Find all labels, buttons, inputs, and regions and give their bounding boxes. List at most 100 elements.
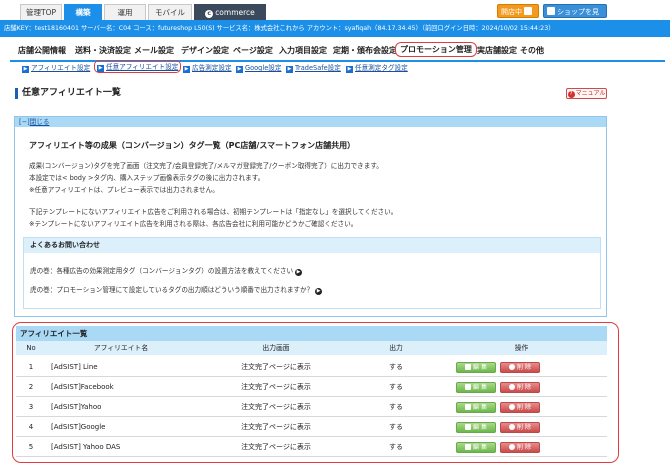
faq-item[interactable]: 虎の巻：プロモーション管理にて設定しているタグの出力順はどういう順番で出力されま…	[30, 284, 323, 295]
main-nav: 店舗公開情報 送料・決済設定 メール設定 デザイン設定 ページ設定 入力項目設定…	[0, 40, 670, 62]
info-panel: [−]閉じる アフィリエイト等の成果（コンバージョン）タグ一覧（PC店舗/スマー…	[14, 116, 607, 317]
subnav-tradesafe[interactable]: ▶ TradeSafe設定	[286, 62, 341, 73]
page-title: 任意アフィリエイト一覧	[15, 88, 121, 99]
arrow-right-icon: ▶	[286, 66, 293, 73]
edit-button[interactable]: 編 集	[456, 362, 496, 373]
row-output: する	[389, 363, 403, 371]
manual-button[interactable]: ? マニュアル	[566, 88, 607, 99]
delete-icon	[509, 423, 516, 430]
nav-shop-info[interactable]: 店舗公開情報	[18, 45, 66, 56]
view-shop-button[interactable]: ショップを見る	[543, 4, 607, 30]
tab-admin-top[interactable]: 管理TOP	[20, 4, 62, 20]
shop-open-button[interactable]: 開店中	[497, 4, 539, 18]
arrow-right-icon: ▶	[97, 65, 104, 72]
faq-item[interactable]: 虎の巻：各種広告の効果測定用タグ（コンバージョンタグ）の設置方法を教えてください…	[30, 265, 303, 276]
nav-mail[interactable]: メール設定	[134, 45, 174, 56]
delete-label: 削 除	[517, 364, 531, 371]
table-row: 3 [AdSIST]Yahoo 注文完了ページに表示 する 編 集 削 除	[16, 397, 607, 417]
top-bar: 管理TOP 構築 運用 モバイル ccommerce creator 開店中 シ…	[0, 0, 670, 32]
table-row: 5 [AdSIST] Yahoo DAS 注文完了ページに表示 する 編 集 削…	[16, 437, 607, 457]
delete-button[interactable]: 削 除	[500, 442, 540, 453]
subnav-google[interactable]: ▶ Google設定	[236, 62, 281, 73]
faq-item-label: 虎の巻：プロモーション管理にて設定しているタグの出力順はどういう順番で出力されま…	[30, 286, 314, 294]
tab-mobile[interactable]: モバイル	[148, 4, 192, 20]
subnav-custom-affiliate[interactable]: ▶ 任意アフィリエイト設定	[94, 60, 182, 73]
nav-input-fields[interactable]: 入力項目設定	[279, 45, 327, 56]
subnav-affiliate[interactable]: ▶ アフィリエイト設定	[22, 62, 90, 73]
subnav-tradesafe-label: TradeSafe設定	[295, 64, 341, 72]
commerce-creator-icon: c	[205, 10, 214, 18]
info-line: ※テンプレートにないアフィリエイト広告を利用される際は、各広告会社に利用可能かど…	[29, 220, 358, 228]
faq-title: よくあるお問い合わせ	[24, 238, 600, 253]
col-output: 出力	[389, 344, 403, 352]
nav-physical-store[interactable]: 実店舗設定	[477, 45, 517, 56]
info-line: 成果(コンバージョン)タグを完了画面（注文完了/会員登録完了/メルマガ登録完了/…	[29, 162, 383, 170]
nav-shipping-payment[interactable]: 送料・決済設定	[75, 45, 131, 56]
arrow-circle-icon: ▶	[295, 269, 303, 276]
info-title: アフィリエイト等の成果（コンバージョン）タグ一覧（PC店舗/スマートフォン店舗共…	[29, 141, 356, 150]
nav-page[interactable]: ページ設定	[233, 45, 273, 56]
table-row: 4 [AdSIST]Google 注文完了ページに表示 する 編 集 削 除	[16, 417, 607, 437]
delete-icon	[509, 383, 516, 390]
row-name: [AdSIST] Yahoo DAS	[51, 443, 121, 451]
delete-button[interactable]: 削 除	[500, 362, 540, 373]
row-no: 4	[28, 423, 34, 431]
row-name: [AdSIST] Line	[51, 363, 98, 371]
subnav-ad-measure[interactable]: ▶ 広告測定設定	[183, 62, 232, 73]
subnav-ad-measure-label: 広告測定設定	[192, 64, 232, 72]
col-actions: 操作	[514, 344, 529, 352]
edit-icon	[465, 443, 472, 450]
edit-label: 編 集	[473, 364, 487, 371]
delete-label: 削 除	[517, 424, 531, 431]
edit-label: 編 集	[473, 404, 487, 411]
row-output: する	[389, 383, 403, 391]
window-icon	[547, 7, 555, 15]
subnav-custom-affiliate-label: 任意アフィリエイト設定	[106, 63, 179, 71]
row-name: [AdSIST]Google	[51, 423, 106, 431]
edit-icon	[465, 363, 472, 370]
col-no: No	[26, 344, 36, 352]
row-name: [AdSIST]Facebook	[51, 383, 114, 391]
delete-label: 削 除	[517, 404, 531, 411]
edit-label: 編 集	[473, 444, 487, 451]
subnav-custom-tag[interactable]: ▶ 任意測定タグ設定	[346, 62, 408, 73]
tab-commerce-creator[interactable]: ccommerce creator	[194, 4, 266, 32]
row-no: 1	[28, 363, 34, 371]
row-no: 5	[28, 443, 34, 451]
delete-button[interactable]: 削 除	[500, 382, 540, 393]
edit-button[interactable]: 編 集	[456, 422, 496, 433]
row-no: 2	[28, 383, 34, 391]
table-row: 1 [AdSIST] Line 注文完了ページに表示 する 編 集 削 除	[16, 357, 607, 377]
info-line: ※任意アフィリエイトは、プレビュー表示では出力されません。	[29, 186, 219, 194]
edit-icon	[465, 403, 472, 410]
edit-button[interactable]: 編 集	[456, 402, 496, 413]
account-info-bar: 店舗KEY：test18160401 サーバー名：C04 コース：futures…	[0, 20, 670, 37]
tab-build[interactable]: 構築	[64, 4, 102, 20]
subnav-google-label: Google設定	[245, 64, 282, 72]
subnav-affiliate-label: アフィリエイト設定	[31, 64, 91, 72]
delete-icon	[509, 363, 516, 370]
collapse-marker: [−]	[19, 118, 30, 126]
row-output: する	[389, 403, 403, 411]
shop-open-label: 開店中	[501, 8, 522, 16]
delete-button[interactable]: 削 除	[500, 402, 540, 413]
row-screen: 注文完了ページに表示	[241, 423, 311, 431]
edit-label: 編 集	[473, 424, 487, 431]
delete-button[interactable]: 削 除	[500, 422, 540, 433]
table-header: No アフィリエイト名 出力画面 出力 操作	[16, 341, 607, 355]
edit-button[interactable]: 編 集	[456, 442, 496, 453]
row-output: する	[389, 443, 403, 451]
nav-subscription[interactable]: 定期・頒布会設定	[333, 45, 397, 56]
tab-operation[interactable]: 運用	[104, 4, 146, 20]
nav-design[interactable]: デザイン設定	[181, 45, 229, 56]
faq-item-label: 虎の巻：各種広告の効果測定用タグ（コンバージョンタグ）の設置方法を教えてください	[30, 267, 294, 275]
delete-label: 削 除	[517, 384, 531, 391]
edit-icon	[465, 383, 472, 390]
affiliate-list-title: アフィリエイト一覧	[16, 326, 607, 341]
nav-promotion[interactable]: プロモーション管理	[395, 42, 477, 57]
col-screen: 出力画面	[262, 344, 290, 352]
nav-other[interactable]: その他	[520, 45, 544, 56]
close-link[interactable]: 閉じる	[30, 118, 50, 126]
edit-icon	[465, 423, 472, 430]
edit-button[interactable]: 編 集	[456, 382, 496, 393]
